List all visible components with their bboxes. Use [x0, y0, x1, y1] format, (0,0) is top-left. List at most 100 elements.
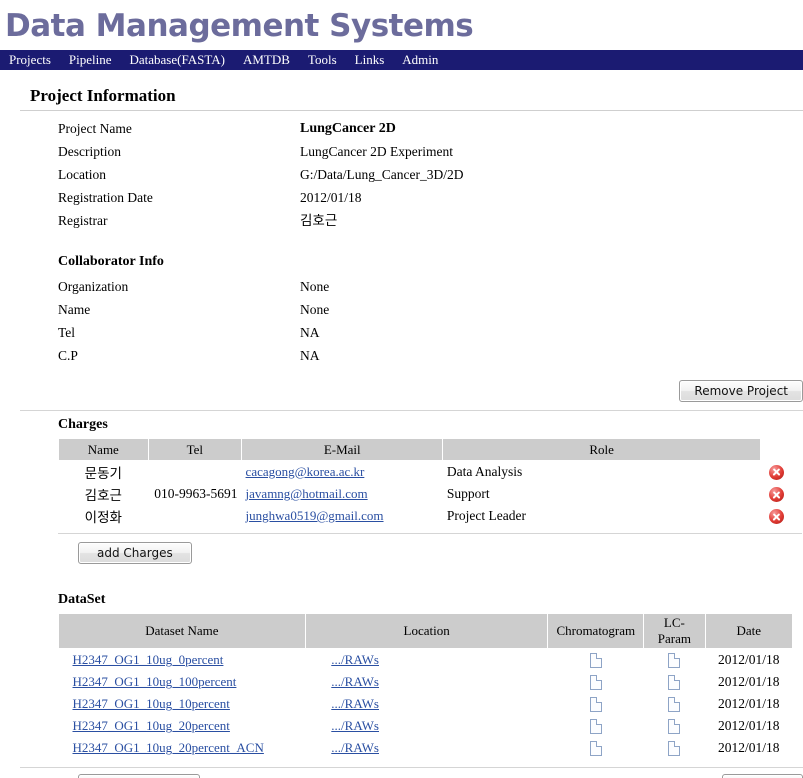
dataset-col-chromatogram: Chromatogram: [547, 613, 645, 649]
dataset-chromatogram-cell-0: [548, 649, 644, 671]
nav-item-projects[interactable]: Projects: [0, 50, 60, 70]
collaborator-info-heading: Collaborator Info: [58, 254, 164, 269]
delete-icon[interactable]: [769, 464, 785, 480]
document-icon[interactable]: [589, 718, 602, 734]
nav-item-links[interactable]: Links: [346, 50, 394, 70]
project-information-fields: Project Name LungCancer 2D Description L…: [58, 117, 793, 232]
main-navigation: Projects Pipeline Database(FASTA) AMTDB …: [0, 50, 803, 70]
info-row-description: Description LungCancer 2D Experiment: [58, 140, 793, 163]
dataset-name-link-3[interactable]: H2347_OG1_10ug_20percent: [73, 718, 230, 733]
dataset-location-link-0[interactable]: .../RAWs: [331, 652, 379, 667]
add-datasets-button[interactable]: add Datasets: [78, 773, 200, 778]
nav-item-amtdb[interactable]: AMTDB: [234, 50, 299, 70]
info-row-registration-date: Registration Date 2012/01/18: [58, 186, 793, 209]
document-icon[interactable]: [668, 740, 681, 756]
document-icon[interactable]: [589, 652, 602, 668]
document-icon[interactable]: [668, 674, 681, 690]
dataset-date-1: 2012/01/18: [718, 673, 780, 689]
table-row: 문동기 cacagong@korea.ac.kr Data Analysis: [59, 461, 794, 484]
info-row-collaborator-tel: Tel NA: [58, 321, 793, 344]
dataset-lcparam-cell-0: [644, 649, 705, 671]
document-icon[interactable]: [668, 652, 681, 668]
info-row-project-name: Project Name LungCancer 2D: [58, 117, 793, 140]
value-organization: None: [300, 279, 330, 294]
dataset-col-location: Location: [304, 613, 549, 649]
dataset-chromatogram-cell-3: [548, 715, 644, 737]
charge-email-link-2[interactable]: junghwa0519@gmail.com: [246, 508, 384, 523]
document-icon[interactable]: [589, 674, 602, 690]
info-row-organization: Organization None: [58, 275, 793, 298]
label-description: Description: [58, 144, 121, 159]
dataset-name-cell-4: H2347_OG1_10ug_20percent_ACN: [59, 737, 306, 759]
document-icon[interactable]: [589, 696, 602, 712]
charges-col-role: Role: [442, 438, 761, 461]
value-description: LungCancer 2D Experiment: [300, 144, 453, 159]
nav-item-database[interactable]: Database(FASTA): [121, 50, 234, 70]
label-project-name: Project Name: [58, 121, 132, 136]
document-icon[interactable]: [668, 718, 681, 734]
dataset-date-4: 2012/01/18: [718, 739, 780, 755]
nav-item-admin[interactable]: Admin: [393, 50, 447, 70]
value-location: G:/Data/Lung_Cancer_3D/2D: [300, 167, 464, 182]
charge-name-1: 김호근: [84, 488, 122, 503]
add-charges-button[interactable]: add Charges: [78, 542, 192, 564]
info-row-collaborator-cp: C.P NA: [58, 344, 793, 367]
dataset-header-row: Dataset Name Location Chromatogram LC-Pa…: [58, 613, 794, 649]
remove-project-button[interactable]: Remove Project: [679, 380, 803, 402]
dataset-location-link-4[interactable]: .../RAWs: [331, 740, 379, 755]
dataset-location-link-2[interactable]: .../RAWs: [331, 696, 379, 711]
dataset-chromatogram-cell-2: [548, 693, 644, 715]
value-project-name: LungCancer 2D: [300, 121, 396, 136]
dataset-heading: DataSet: [58, 592, 106, 607]
table-row: H2347_OG1_10ug_10percent .../RAWs 2012/0…: [59, 693, 793, 715]
value-collaborator-tel: NA: [300, 325, 320, 340]
label-organization: Organization: [58, 279, 129, 294]
dataset-name-link-4[interactable]: H2347_OG1_10ug_20percent_ACN: [73, 740, 264, 755]
dataset-location-cell-3: .../RAWs: [305, 715, 548, 737]
projects-button[interactable]: Projects: [721, 773, 803, 778]
dataset-col-name: Dataset Name: [58, 613, 306, 649]
dataset-name-cell-1: H2347_OG1_10ug_100percent: [59, 671, 306, 693]
project-information-heading: Project Information: [30, 86, 176, 105]
charge-tel-1: 010-9963-5691: [154, 486, 238, 501]
label-collaborator-cp: C.P: [58, 348, 78, 363]
document-icon[interactable]: [589, 740, 602, 756]
table-row: 이정화 junghwa0519@gmail.com Project Leader: [59, 505, 794, 527]
charge-name-2: 이정화: [84, 510, 122, 525]
dataset-location-cell-4: .../RAWs: [305, 737, 548, 759]
label-collaborator-name: Name: [58, 302, 91, 317]
charge-email-link-0[interactable]: cacagong@korea.ac.kr: [246, 464, 365, 479]
charge-delete-cell-1: [760, 483, 793, 505]
charge-email-cell-0: cacagong@korea.ac.kr: [242, 461, 443, 484]
charges-col-email: E-Mail: [241, 438, 444, 461]
dataset-location-link-3[interactable]: .../RAWs: [331, 718, 379, 733]
dataset-location-cell-2: .../RAWs: [305, 693, 548, 715]
charges-col-actions: [760, 439, 793, 461]
nav-item-pipeline[interactable]: Pipeline: [60, 50, 121, 70]
charge-email-link-1[interactable]: javamng@hotmail.com: [246, 486, 368, 501]
charge-delete-cell-0: [760, 461, 793, 484]
charge-email-cell-2: junghwa0519@gmail.com: [242, 505, 443, 527]
info-row-location: Location G:/Data/Lung_Cancer_3D/2D: [58, 163, 793, 186]
delete-icon[interactable]: [769, 509, 785, 525]
dataset-name-link-1[interactable]: H2347_OG1_10ug_100percent: [73, 674, 237, 689]
dataset-lcparam-cell-4: [644, 737, 705, 759]
dataset-col-date: Date: [704, 613, 794, 649]
remove-project-divider: [20, 410, 803, 411]
charge-role-2: Project Leader: [446, 508, 526, 523]
nav-item-tools[interactable]: Tools: [299, 50, 346, 70]
dataset-lcparam-cell-3: [644, 715, 705, 737]
delete-icon[interactable]: [769, 487, 785, 503]
info-row-registrar: Registrar 김호근: [58, 209, 793, 232]
dataset-col-lcparam: LC-Param: [643, 613, 706, 649]
dataset-chromatogram-cell-1: [548, 671, 644, 693]
value-registrar: 김호근: [300, 213, 338, 228]
charge-tel-0: [148, 461, 241, 484]
document-icon[interactable]: [668, 696, 681, 712]
charges-col-tel: Tel: [147, 438, 243, 461]
page-content: Project Information Project Name LungCan…: [0, 86, 803, 778]
heading-divider: [20, 110, 803, 111]
dataset-location-link-1[interactable]: .../RAWs: [331, 674, 379, 689]
dataset-name-link-2[interactable]: H2347_OG1_10ug_10percent: [73, 696, 230, 711]
dataset-name-link-0[interactable]: H2347_OG1_10ug_0percent: [73, 652, 224, 667]
